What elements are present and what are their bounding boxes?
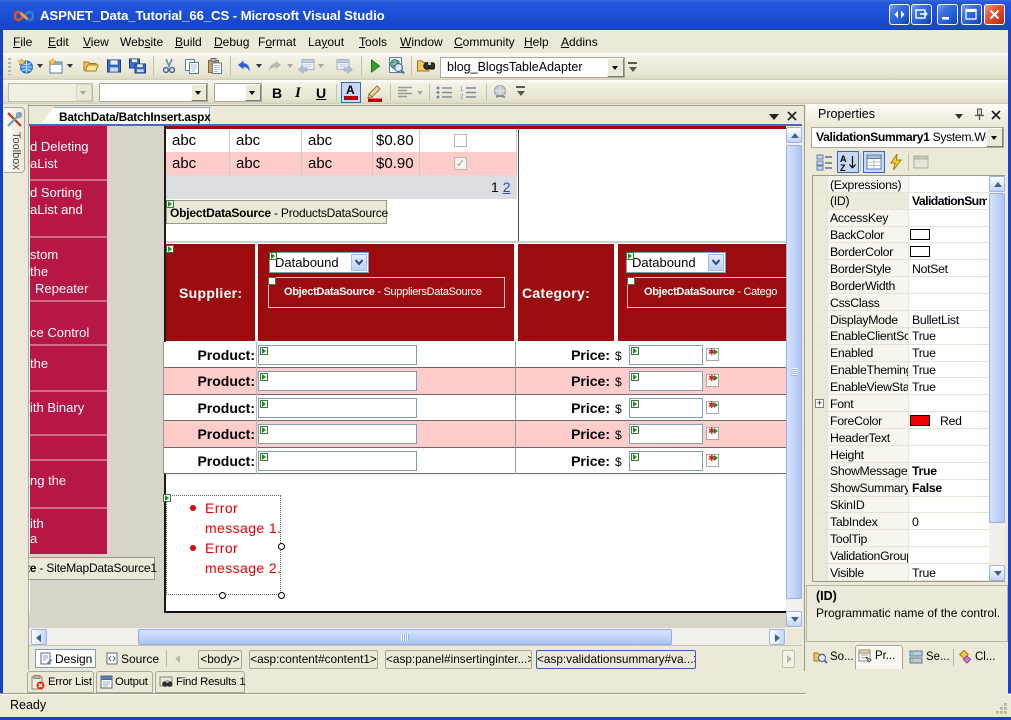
svg-text:1: 1	[460, 87, 464, 93]
svg-text:Z: Z	[840, 163, 846, 172]
svg-text:2: 2	[460, 95, 464, 100]
